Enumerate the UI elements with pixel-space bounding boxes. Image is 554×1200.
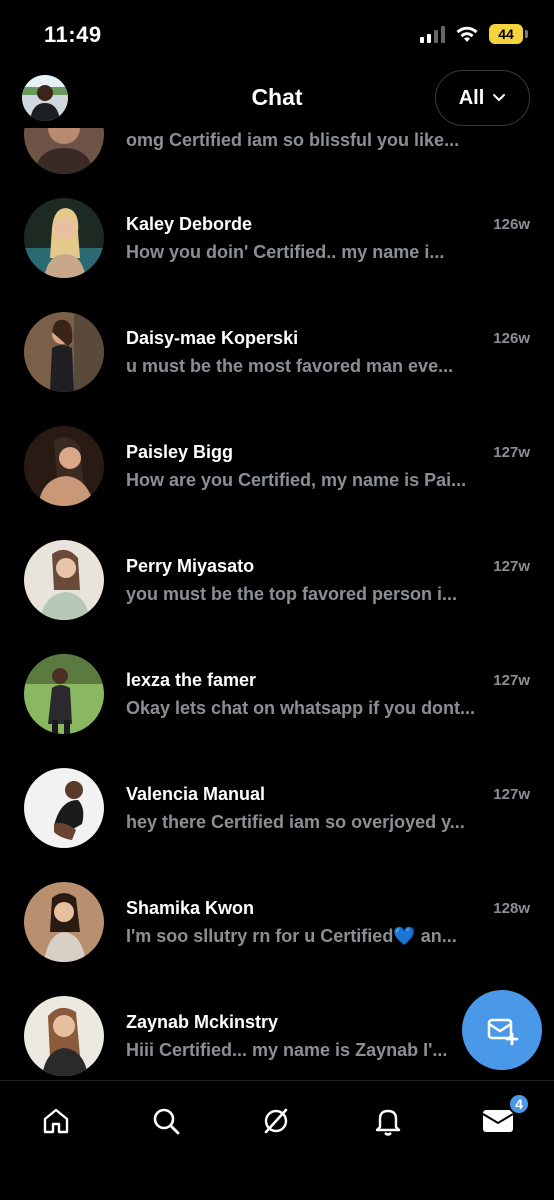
chat-preview: How you doin' Certified.. my name i... [126, 242, 445, 262]
avatar [24, 540, 104, 620]
chat-item[interactable]: Daisy-mae Koperski 126w u must be the mo… [0, 312, 554, 426]
battery-level: 44 [489, 24, 523, 44]
wifi-icon [455, 25, 479, 43]
search-icon [153, 1108, 180, 1135]
chat-time: 126w [493, 216, 530, 233]
chat-name: Zaynab Mckinstry [126, 1012, 279, 1032]
chat-name: Paisley Bigg [126, 442, 234, 462]
nav-search[interactable] [144, 1099, 188, 1143]
messages-badge: 4 [508, 1093, 530, 1115]
chat-name: Valencia Manual [126, 784, 266, 804]
avatar [24, 654, 104, 734]
chat-preview: you must be the top favored person i... [126, 584, 458, 604]
chat-name: Kaley Deborde [126, 214, 253, 234]
avatar [24, 312, 104, 392]
avatar [24, 128, 104, 174]
chat-item[interactable]: lexza the famer 127w Okay lets chat on w… [0, 654, 554, 768]
chat-preview: omg Certified iam so blissful you like..… [126, 130, 460, 150]
chat-preview: I'm soo sllutry rn for u Certified💙 an..… [126, 926, 457, 946]
chat-name: Perry Miyasato [126, 556, 255, 576]
battery-icon: 44 [489, 24, 528, 44]
chat-item[interactable]: Valencia Manual 127w hey there Certified… [0, 768, 554, 882]
home-icon [43, 1108, 69, 1134]
avatar [24, 996, 104, 1076]
chat-item[interactable]: Shamika Kwon 128w I'm soo sllutry rn for… [0, 882, 554, 996]
chat-preview: u must be the most favored man eve... [126, 356, 454, 376]
chat-preview: hey there Certified iam so overjoyed y..… [126, 812, 465, 832]
chat-item[interactable]: Paisley Bigg 127w How are you Certified,… [0, 426, 554, 540]
new-message-button[interactable] [462, 990, 542, 1070]
chat-preview: How are you Certified, my name is Pai... [126, 470, 467, 490]
nav-messages[interactable]: 4 [476, 1093, 530, 1143]
chat-time: 127w [493, 672, 530, 689]
filter-dropdown-button[interactable]: All [435, 70, 530, 126]
filter-label: All [458, 86, 485, 109]
chat-time: 127w [493, 558, 530, 575]
new-message-icon [487, 1018, 519, 1046]
avatar [24, 882, 104, 962]
chat-time: 127w [493, 786, 530, 803]
chat-time: 126w [493, 330, 530, 347]
chat-list[interactable]: omg Certified iam so blissful you like..… [0, 128, 554, 1080]
avatar [24, 426, 104, 506]
chat-item[interactable]: Kaley Deborde 126w How you doin' Certifi… [0, 198, 554, 312]
chat-item[interactable]: Perry Miyasato 127w you must be the top … [0, 540, 554, 654]
bottom-navigation: 4 [0, 1080, 554, 1200]
chat-header: Chat All [0, 70, 554, 128]
cellular-signal-icon [420, 25, 445, 43]
chat-name: Daisy-mae Koperski [126, 328, 299, 348]
chat-preview: Hiii Certified... my name is Zaynab I'..… [126, 1040, 448, 1060]
chat-name: Shamika Kwon [126, 898, 255, 918]
nav-home[interactable] [34, 1099, 78, 1143]
chat-time: 127w [493, 444, 530, 461]
nav-grok[interactable] [254, 1099, 298, 1143]
chevron-down-icon [493, 94, 506, 102]
nav-notifications[interactable] [366, 1099, 410, 1143]
status-icons: 44 [420, 24, 528, 44]
status-time: 11:49 [44, 22, 102, 47]
status-bar: 11:49 44 [0, 0, 554, 70]
chat-time: 128w [493, 900, 530, 917]
chat-name: lexza the famer [126, 670, 257, 690]
avatar [24, 198, 104, 278]
bell-icon [375, 1109, 401, 1136]
avatar [24, 768, 104, 848]
chat-preview: Okay lets chat on whatsapp if you dont..… [126, 698, 476, 718]
grok-icon [264, 1108, 288, 1134]
